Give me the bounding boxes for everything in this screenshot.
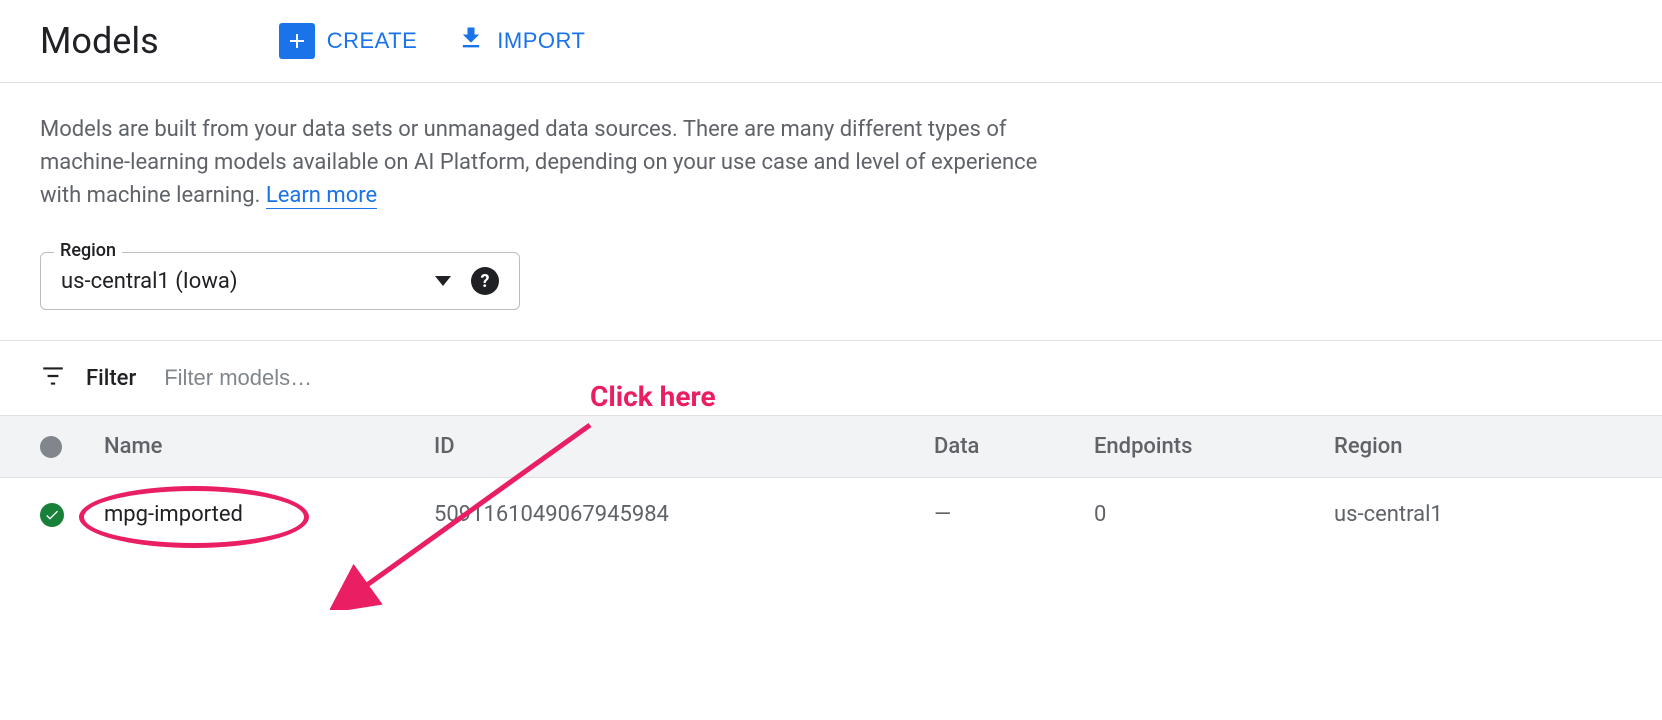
page-title: Models (40, 20, 159, 62)
region-value: us-central1 (Iowa) (61, 269, 415, 294)
cell-region: us-central1 (1314, 478, 1662, 552)
region-selector[interactable]: Region us-central1 (Iowa) ? (40, 252, 520, 310)
model-name-link[interactable]: mpg-imported (104, 502, 243, 527)
chevron-down-icon (435, 276, 451, 286)
cell-endpoints: 0 (1074, 478, 1314, 552)
content-area: Models are built from your data sets or … (0, 83, 1662, 551)
filter-input[interactable] (156, 361, 456, 395)
filter-section: Filter (0, 340, 1662, 415)
cell-status (0, 478, 84, 552)
table-header-row: Name ID Data Endpoints Region (0, 416, 1662, 478)
table-row[interactable]: mpg-imported 5091161049067945984 — 0 us-… (0, 478, 1662, 552)
status-dot-icon (40, 436, 62, 458)
column-endpoints[interactable]: Endpoints (1074, 416, 1314, 478)
cell-name[interactable]: mpg-imported (84, 478, 414, 552)
plus-icon (279, 23, 315, 59)
table-section: Name ID Data Endpoints Region (0, 415, 1662, 551)
learn-more-link[interactable]: Learn more (266, 183, 377, 209)
filter-label: Filter (86, 366, 136, 391)
column-id[interactable]: ID (414, 416, 914, 478)
import-icon (457, 24, 485, 58)
column-data[interactable]: Data (914, 416, 1074, 478)
header-bar: Models CREATE IMPORT (0, 0, 1662, 83)
column-name[interactable]: Name (84, 416, 414, 478)
create-label: CREATE (327, 28, 418, 54)
help-icon[interactable]: ? (471, 267, 499, 295)
cell-id: 5091161049067945984 (414, 478, 914, 552)
column-region[interactable]: Region (1314, 416, 1662, 478)
check-icon (40, 503, 64, 527)
column-status (0, 416, 84, 478)
region-label: Region (54, 240, 122, 261)
models-table: Name ID Data Endpoints Region (0, 415, 1662, 551)
import-label: IMPORT (497, 28, 585, 54)
description-text: Models are built from your data sets or … (40, 113, 1040, 212)
filter-row: Filter (40, 341, 1622, 415)
create-button[interactable]: CREATE (279, 23, 418, 59)
cell-data: — (914, 478, 1074, 552)
import-button[interactable]: IMPORT (457, 24, 585, 58)
filter-icon (40, 363, 66, 393)
